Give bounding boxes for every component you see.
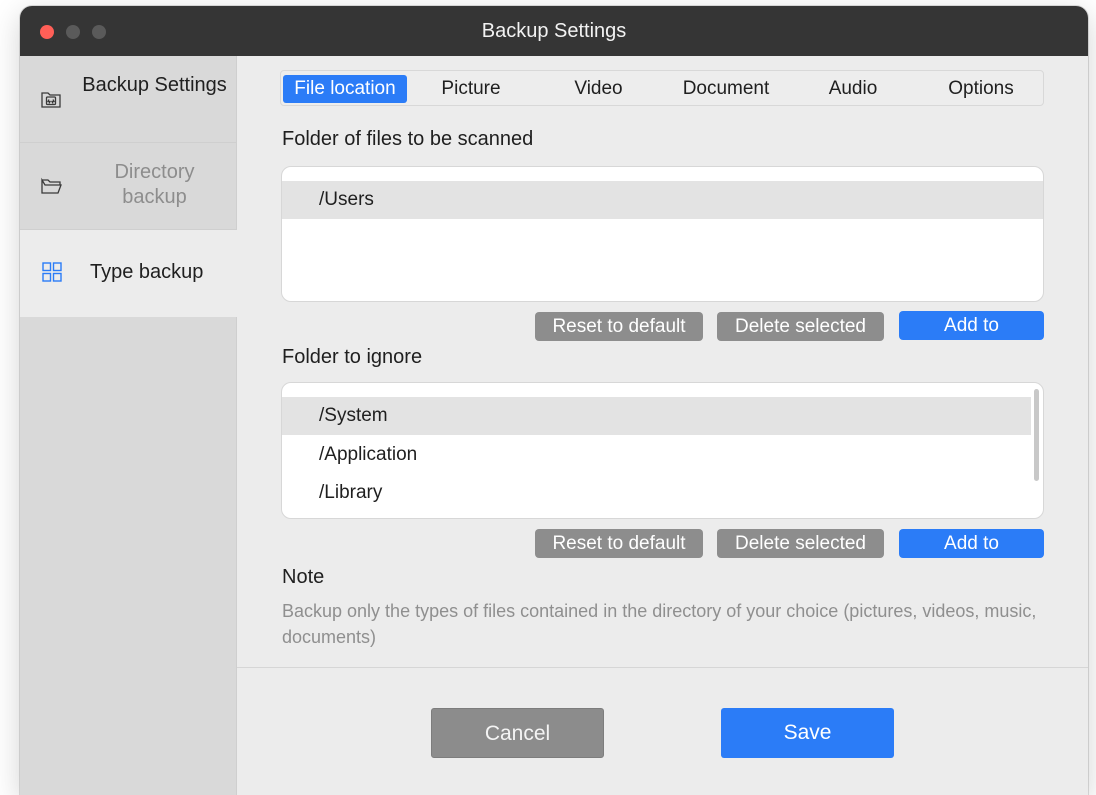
tab-video[interactable]: Video — [551, 75, 646, 103]
sidebar-item-backup-settings[interactable]: Backup Settings — [20, 56, 237, 143]
ignore-delete-selected-button[interactable]: Delete selected — [717, 529, 884, 558]
window-title: Backup Settings — [481, 20, 627, 42]
scan-folders-title: Folder of files to be scanned — [282, 128, 534, 150]
note-text: Backup only the types of files contained… — [282, 601, 1037, 647]
list-scrollbar[interactable] — [1034, 389, 1039, 481]
backup-settings-icon — [40, 88, 62, 110]
list-item[interactable]: /System — [282, 397, 1031, 435]
title-bar: Backup Settings — [20, 6, 1088, 56]
sidebar-item-label: Directory backup — [114, 161, 195, 208]
grid-icon — [41, 261, 63, 283]
app-window: Backup Settings Backup Settings Director… — [20, 6, 1088, 795]
ignore-folders-title: Folder to ignore — [282, 346, 423, 368]
folder-icon — [40, 175, 62, 197]
tab-audio[interactable]: Audio — [808, 75, 898, 103]
save-button[interactable]: Save — [721, 708, 894, 758]
sidebar: Backup Settings Directory backup Type ba… — [20, 56, 237, 795]
tab-options[interactable]: Options — [921, 75, 1041, 103]
sidebar-item-directory-backup[interactable]: Directory backup — [20, 143, 237, 230]
ignore-add-button[interactable]: Add to — [899, 529, 1044, 558]
tab-bar: File location Picture Video Document Aud… — [280, 70, 1044, 106]
tab-file-location[interactable]: File location — [283, 75, 407, 103]
tab-document[interactable]: Document — [666, 75, 786, 103]
scan-add-button[interactable]: Add to — [899, 311, 1044, 340]
sidebar-item-type-backup[interactable]: Type backup — [20, 230, 237, 317]
scan-folders-list[interactable]: /Users — [281, 166, 1044, 302]
ignore-folders-list[interactable]: /System /Application /Library — [281, 382, 1044, 519]
list-item[interactable]: /Library — [282, 474, 1043, 512]
sidebar-item-label: Type backup — [90, 261, 204, 283]
scan-delete-selected-button[interactable]: Delete selected — [717, 312, 884, 341]
list-item[interactable]: /Application — [282, 436, 1043, 474]
scan-reset-default-button[interactable]: Reset to default — [535, 312, 703, 341]
tab-picture[interactable]: Picture — [421, 75, 521, 103]
note-title: Note — [282, 566, 325, 588]
cancel-button[interactable]: Cancel — [431, 708, 604, 758]
ignore-reset-default-button[interactable]: Reset to default — [535, 529, 703, 558]
list-item[interactable]: /Users — [282, 181, 1043, 219]
sidebar-item-label: Backup Settings — [82, 74, 227, 96]
footer-divider — [237, 667, 1088, 668]
